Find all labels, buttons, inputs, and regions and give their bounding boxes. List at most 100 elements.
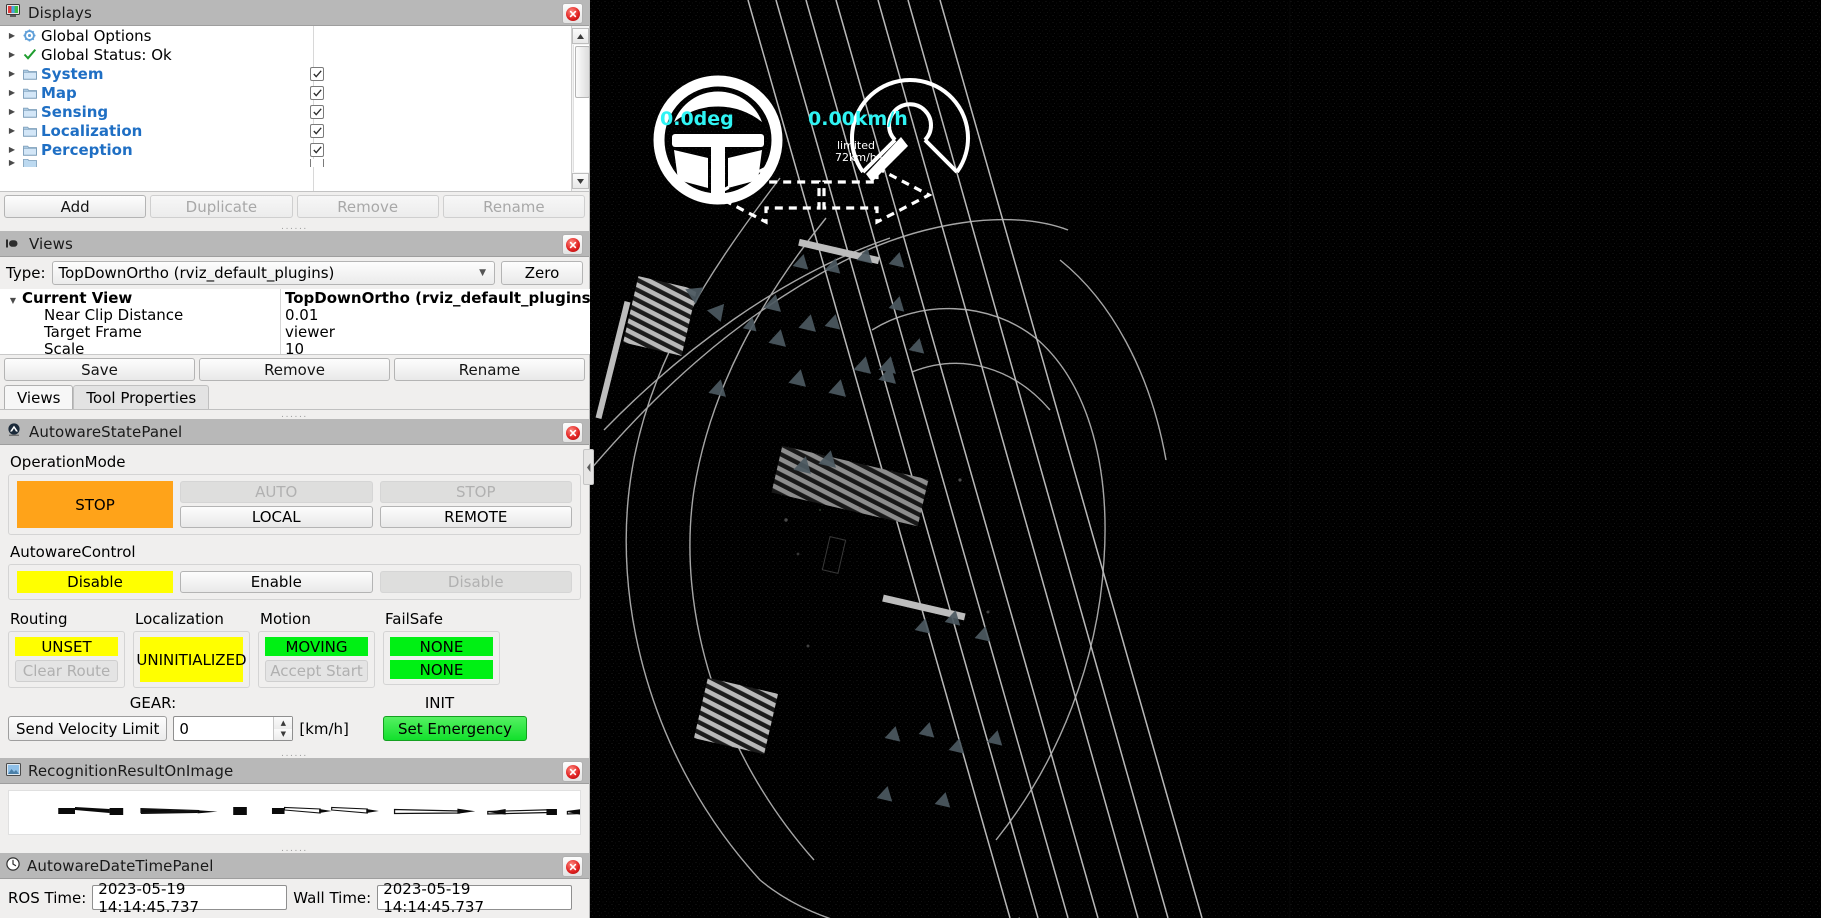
splitter-handle-displays[interactable]: ...... [0, 222, 589, 231]
tree-item-label: System [41, 65, 103, 83]
remove-view-button[interactable]: Remove [199, 358, 390, 381]
displays-close-button[interactable] [562, 3, 583, 24]
tree-item-checkbox[interactable] [310, 86, 324, 100]
splitter-handle-views[interactable]: ...... [0, 410, 589, 419]
accept-start-button[interactable]: Accept Start [265, 660, 368, 682]
failsafe-status-badge-1: NONE [390, 637, 493, 656]
stepper-arrows[interactable]: ▲ ▼ [273, 717, 292, 740]
view-type-select[interactable]: TopDownOrtho (rviz_default_plugins) ▼ [52, 261, 495, 285]
displays-panel-titlebar: Displays [0, 0, 589, 26]
table-row[interactable]: Near Clip Distance 0.01 [0, 306, 597, 323]
splitter-handle-state[interactable]: ...... [0, 749, 589, 758]
tree-item-checkbox[interactable] [310, 124, 324, 138]
scrollbar-thumb[interactable] [575, 46, 590, 98]
motion-status-badge: MOVING [265, 637, 368, 656]
tree-item-map[interactable]: ▶ Map [0, 83, 571, 102]
check-icon [20, 48, 39, 61]
velocity-limit-stepper[interactable]: ▲ ▼ [173, 716, 293, 741]
views-close-button[interactable] [562, 234, 583, 255]
expand-triangle-icon[interactable]: ▶ [4, 146, 20, 154]
collapse-triangle-icon[interactable]: ▼ [4, 296, 22, 305]
gear-label: GEAR: [8, 694, 298, 712]
datetime-panel-body: ROS Time: 2023-05-19 14:14:45.737 Wall T… [0, 879, 589, 916]
tree-item-perception[interactable]: ▶ Perception [0, 140, 571, 159]
zero-button[interactable]: Zero [501, 261, 583, 285]
expand-triangle-icon[interactable]: ▶ [4, 108, 20, 116]
table-row[interactable]: Target Frame viewer [0, 323, 597, 340]
view-properties-body[interactable]: ▼Current View TopDownOrtho (rviz_default… [0, 289, 597, 354]
scroll-up-icon[interactable] [572, 28, 589, 44]
expand-triangle-icon[interactable]: ▶ [4, 127, 20, 135]
tree-item-checkbox[interactable] [310, 105, 324, 119]
rename-view-button[interactable]: Rename [394, 358, 585, 381]
status-grid: Routing UNSET Clear Route Localization U… [8, 610, 581, 688]
table-row[interactable]: ▼Current View TopDownOrtho (rviz_default… [0, 289, 597, 306]
displays-scrollbar[interactable] [571, 26, 589, 191]
expand-triangle-icon[interactable]: ▶ [4, 32, 20, 40]
operation-mode-current: STOP [17, 481, 173, 528]
ros-time-value[interactable]: 2023-05-19 14:14:45.737 [92, 885, 287, 910]
control-enable-button[interactable]: Enable [180, 571, 373, 593]
operation-mode-label: OperationMode [10, 453, 581, 471]
tab-tool-properties[interactable]: Tool Properties [73, 385, 209, 409]
stepper-up-icon[interactable]: ▲ [274, 717, 292, 729]
dock-collapse-handle[interactable] [583, 449, 594, 485]
wall-time-value[interactable]: 2023-05-19 14:14:45.737 [377, 885, 572, 910]
tree-item-checkbox[interactable] [310, 67, 324, 81]
local-mode-button[interactable]: LOCAL [180, 506, 373, 528]
close-icon [566, 7, 580, 21]
tree-item-global-status[interactable]: ▶ Global Status: Ok [0, 45, 571, 64]
displays-panel-title: Displays [28, 4, 92, 22]
status-column-localization: Localization UNINITIALIZED [133, 610, 250, 688]
tree-item-checkbox[interactable] [310, 143, 324, 157]
tab-views[interactable]: Views [4, 385, 73, 409]
scrollbar-track[interactable] [573, 45, 589, 172]
auto-mode-button[interactable]: AUTO [180, 481, 373, 503]
displays-tree-body[interactable]: ▶ Global Options ▶ [0, 26, 571, 191]
remote-mode-button[interactable]: REMOTE [380, 506, 573, 528]
property-value: 10 [281, 340, 597, 358]
tree-item-checkbox[interactable] [310, 159, 324, 167]
pointcloud-scene [590, 0, 1821, 918]
splitter-handle-recognition[interactable]: ...... [0, 844, 589, 853]
operation-mode-status: STOP [17, 481, 173, 528]
remove-display-button[interactable]: Remove [297, 195, 439, 218]
stop-mode-button[interactable]: STOP [380, 481, 573, 503]
monitor-icon [6, 4, 21, 22]
rename-display-button[interactable]: Rename [443, 195, 585, 218]
status-column-failsafe: FailSafe NONE NONE [383, 610, 500, 688]
set-emergency-button[interactable]: Set Emergency [383, 716, 527, 741]
scroll-down-icon[interactable] [572, 173, 589, 189]
expand-triangle-icon[interactable]: ▶ [4, 51, 20, 59]
tree-item-partial[interactable]: ▶ [0, 159, 571, 167]
add-display-button[interactable]: Add [4, 195, 146, 218]
clear-route-button[interactable]: Clear Route [15, 660, 118, 682]
folder-icon [20, 87, 39, 99]
displays-button-row: Add Duplicate Remove Rename [0, 192, 589, 222]
save-view-button[interactable]: Save [4, 358, 195, 381]
expand-triangle-icon[interactable]: ▶ [4, 70, 20, 78]
expand-triangle-icon[interactable]: ▶ [4, 89, 20, 97]
view-type-label: Type: [6, 264, 46, 282]
expand-triangle-icon[interactable]: ▶ [4, 159, 20, 167]
datetime-close-button[interactable] [562, 856, 583, 877]
folder-icon [20, 106, 39, 118]
autoware-control-label: AutowareControl [10, 543, 581, 561]
recognition-close-button[interactable] [562, 761, 583, 782]
recognition-result-image[interactable] [8, 790, 581, 835]
image-icon [6, 762, 21, 780]
send-velocity-limit-button[interactable]: Send Velocity Limit [8, 716, 167, 741]
tree-item-localization[interactable]: ▶ Localization [0, 121, 571, 140]
control-disable-button[interactable]: Disable [380, 571, 573, 593]
state-panel-close-button[interactable] [562, 422, 583, 443]
tree-item-sensing[interactable]: ▶ Sensing [0, 102, 571, 121]
tree-item-global-options[interactable]: ▶ Global Options [0, 26, 571, 45]
stepper-down-icon[interactable]: ▼ [274, 729, 292, 741]
view-type-value: TopDownOrtho (rviz_default_plugins) [59, 264, 335, 282]
velocity-limit-input[interactable] [174, 719, 273, 739]
duplicate-display-button[interactable]: Duplicate [150, 195, 292, 218]
table-row[interactable]: Scale 10 [0, 340, 597, 357]
tree-item-label: Sensing [41, 103, 108, 121]
tree-item-system[interactable]: ▶ System [0, 64, 571, 83]
render-viewport[interactable]: 0.0deg 0.00km/h limited 72km/h [590, 0, 1821, 918]
